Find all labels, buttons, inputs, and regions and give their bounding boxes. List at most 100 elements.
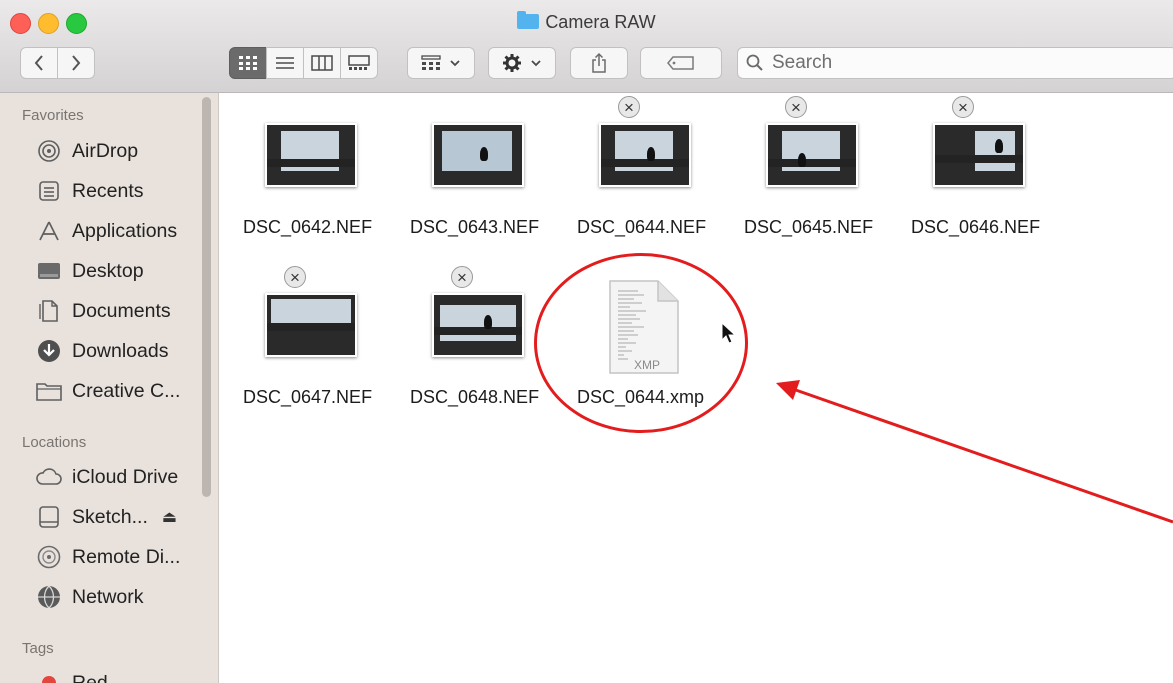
sidebar-item-label: Creative C...: [72, 379, 181, 402]
file-item[interactable]: × DSC_0648.NEF: [396, 263, 539, 413]
chevron-down-icon: [531, 60, 541, 67]
gallery-view-icon: [348, 55, 370, 70]
share-button[interactable]: [570, 47, 628, 79]
search-input[interactable]: [770, 51, 1154, 75]
sidebar-item-label: Applications: [72, 219, 178, 242]
sidebar-item-network[interactable]: Network: [36, 580, 206, 614]
sidebar-item-applications[interactable]: Applications: [36, 214, 206, 248]
close-badge-icon[interactable]: ×: [451, 266, 473, 288]
file-item[interactable]: × DSC_0646.NEF: [897, 93, 1040, 243]
image-thumbnail: [432, 123, 524, 187]
group-by-button[interactable]: [407, 47, 475, 79]
close-badge-icon[interactable]: ×: [952, 96, 974, 118]
sidebar-item-sketch[interactable]: Sketch... ⏏: [36, 500, 206, 534]
list-view-icon: [276, 57, 294, 69]
sidebar-item-label: iCloud Drive: [72, 465, 179, 488]
document-icon: XMP: [609, 280, 679, 374]
file-name: DSC_0647.NEF: [243, 387, 373, 407]
chevron-right-icon: [72, 55, 81, 71]
network-icon: [36, 585, 62, 609]
sidebar-item-label: Documents: [72, 299, 171, 322]
list-view-button[interactable]: [266, 47, 304, 79]
sidebar-item-downloads[interactable]: Downloads: [36, 334, 206, 368]
back-button[interactable]: [20, 47, 58, 79]
edit-tags-button[interactable]: [640, 47, 722, 79]
sidebar-item-label: Downloads: [72, 339, 169, 362]
cloud-icon: [36, 465, 62, 489]
sidebar-item-label: Remote Di...: [72, 545, 181, 568]
close-badge-icon[interactable]: ×: [618, 96, 640, 118]
action-button[interactable]: [488, 47, 556, 79]
sidebar-item-label: Network: [72, 585, 144, 608]
sidebar-item-tag-red[interactable]: Red: [36, 666, 206, 683]
search-field[interactable]: [737, 47, 1173, 79]
file-item[interactable]: DSC_0642.NEF: [229, 93, 372, 243]
file-name: DSC_0642.NEF: [243, 217, 373, 237]
close-badge-icon[interactable]: ×: [284, 266, 306, 288]
gear-icon: [503, 54, 521, 72]
documents-icon: [36, 299, 62, 323]
sidebar: Favorites AirDrop Recents Applications D…: [0, 93, 219, 683]
column-view-button[interactable]: [303, 47, 341, 79]
icon-view-icon: [239, 56, 257, 70]
file-name: DSC_0645.NEF: [744, 217, 874, 237]
file-name: DSC_0644.xmp: [577, 387, 705, 407]
annotation-arrow-icon: [776, 380, 1173, 524]
sidebar-item-label: Recents: [72, 179, 144, 202]
file-item-xmp[interactable]: XMP DSC_0644.xmp: [563, 263, 704, 413]
image-thumbnail: [599, 123, 691, 187]
image-thumbnail: [432, 293, 524, 357]
svg-text:XMP: XMP: [634, 358, 660, 372]
file-item[interactable]: DSC_0643.NEF: [396, 93, 539, 243]
gallery-view-button[interactable]: [340, 47, 378, 79]
sidebar-item-desktop[interactable]: Desktop: [36, 254, 206, 288]
downloads-icon: [36, 339, 62, 363]
sidebar-item-airdrop[interactable]: AirDrop: [36, 134, 206, 168]
image-thumbnail: [265, 123, 357, 187]
image-thumbnail: [933, 123, 1025, 187]
window-title: Camera RAW: [0, 11, 1173, 33]
sidebar-item-icloud-drive[interactable]: iCloud Drive: [36, 460, 206, 494]
chevron-down-icon: [450, 60, 460, 67]
chevron-left-icon: [34, 55, 43, 71]
folder-icon: [36, 379, 62, 403]
file-item[interactable]: × DSC_0645.NEF: [730, 93, 873, 243]
disc-icon: [36, 545, 62, 569]
sidebar-item-label: Red: [72, 671, 108, 683]
file-name: DSC_0648.NEF: [410, 387, 540, 407]
locations-header: Locations: [22, 434, 87, 451]
toolbar: Camera RAW: [0, 0, 1173, 93]
view-mode-control: [229, 47, 378, 79]
sidebar-item-creative-cloud[interactable]: Creative C...: [36, 374, 206, 408]
sidebar-item-label: AirDrop: [72, 139, 139, 162]
sidebar-item-label: Desktop: [72, 259, 144, 282]
file-name: DSC_0644.NEF: [577, 217, 707, 237]
red-tag-icon: [36, 671, 62, 683]
search-icon: [746, 54, 763, 71]
sidebar-item-remote-disc[interactable]: Remote Di...: [36, 540, 206, 574]
airdrop-icon: [36, 139, 62, 163]
nav-buttons: [20, 47, 95, 79]
folder-icon: [517, 11, 540, 29]
forward-button[interactable]: [57, 47, 95, 79]
favorites-header: Favorites: [22, 107, 84, 124]
finder-window: Camera RAW Search Favorites AirDrop Rece…: [0, 0, 1173, 683]
icon-view-button[interactable]: [229, 47, 267, 79]
recents-icon: [36, 179, 62, 203]
sidebar-item-recents[interactable]: Recents: [36, 174, 206, 208]
tags-header: Tags: [22, 640, 54, 657]
sidebar-item-documents[interactable]: Documents: [36, 294, 206, 328]
file-item[interactable]: × DSC_0644.NEF: [563, 93, 706, 243]
image-thumbnail: [265, 293, 357, 357]
close-badge-icon[interactable]: ×: [785, 96, 807, 118]
drive-icon: [36, 505, 62, 529]
eject-icon[interactable]: ⏏: [162, 507, 177, 527]
column-view-icon: [311, 55, 333, 71]
file-name: DSC_0646.NEF: [911, 217, 1041, 237]
mouse-cursor-icon: [721, 322, 737, 344]
share-icon: [592, 52, 606, 73]
tag-icon: [667, 56, 694, 70]
sidebar-item-label: Sketch...: [72, 505, 148, 528]
group-icon: [421, 55, 441, 70]
file-item[interactable]: × DSC_0647.NEF: [229, 263, 372, 413]
